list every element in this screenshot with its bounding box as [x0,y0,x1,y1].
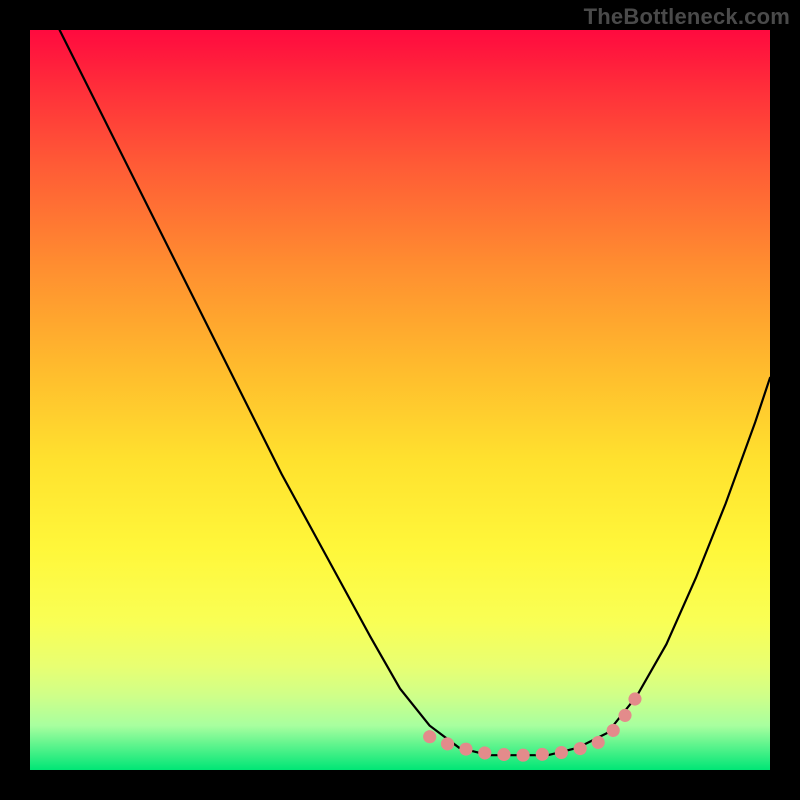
bottleneck-curve [60,30,770,755]
chart-stage: TheBottleneck.com [0,0,800,800]
plot-area [30,30,770,770]
curve-svg [30,30,770,770]
optimal-range-dots [430,696,637,755]
watermark-text: TheBottleneck.com [584,4,790,30]
